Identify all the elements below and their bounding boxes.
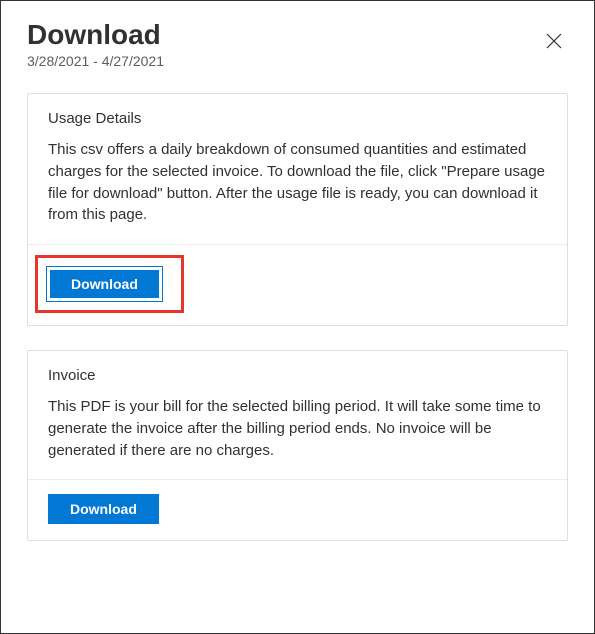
usage-download-button[interactable]: Download <box>48 268 161 300</box>
invoice-card-description: This PDF is your bill for the selected b… <box>48 396 547 461</box>
date-range: 3/28/2021 - 4/27/2021 <box>27 53 164 69</box>
panel-header: Download 3/28/2021 - 4/27/2021 <box>27 19 568 69</box>
invoice-card-title: Invoice <box>48 367 547 384</box>
invoice-download-button[interactable]: Download <box>48 494 159 524</box>
close-icon <box>546 33 562 49</box>
usage-card-body: Usage Details This csv offers a daily br… <box>28 94 567 244</box>
close-button[interactable] <box>540 27 568 60</box>
highlight-box: Download <box>35 255 184 313</box>
download-panel: Download 3/28/2021 - 4/27/2021 Usage Det… <box>1 1 594 591</box>
header-text: Download 3/28/2021 - 4/27/2021 <box>27 19 164 69</box>
usage-card-description: This csv offers a daily breakdown of con… <box>48 139 547 226</box>
usage-details-card: Usage Details This csv offers a daily br… <box>27 93 568 326</box>
panel-title: Download <box>27 19 164 51</box>
usage-card-footer: Download <box>28 244 567 325</box>
invoice-card: Invoice This PDF is your bill for the se… <box>27 350 568 541</box>
invoice-card-footer: Download <box>28 479 567 540</box>
invoice-card-body: Invoice This PDF is your bill for the se… <box>28 351 567 479</box>
usage-card-title: Usage Details <box>48 110 547 127</box>
